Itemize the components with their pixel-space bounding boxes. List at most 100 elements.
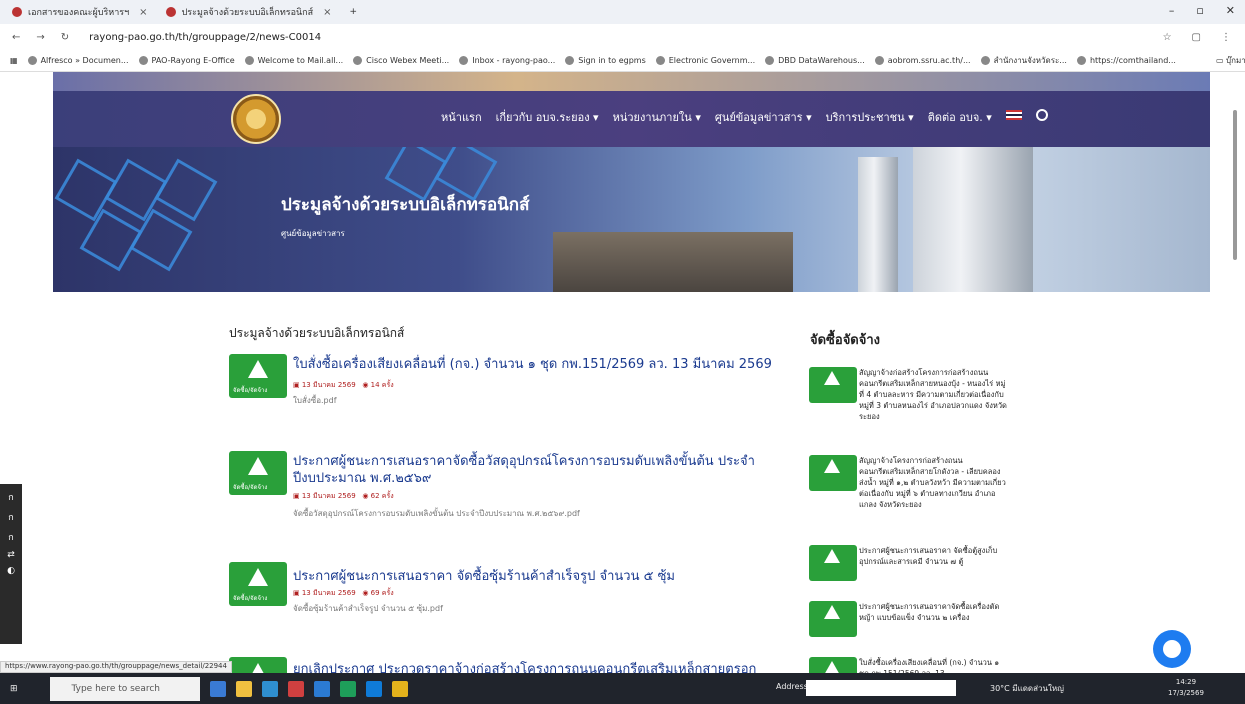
chrome-icon[interactable] xyxy=(391,680,408,697)
edge-icon[interactable] xyxy=(365,680,382,697)
bookmark-item[interactable]: Electronic Governm... xyxy=(655,56,755,65)
building-image xyxy=(858,157,898,292)
sidebar-item[interactable]: ใบสั่งซื้อเครื่องเสียงเคลื่อนที่ (กจ.) จ… xyxy=(809,657,1009,673)
translate-icon[interactable]: ⇄ xyxy=(0,550,22,560)
procurement-icon xyxy=(248,360,268,378)
bookmark-icon xyxy=(565,56,575,65)
excel-icon[interactable] xyxy=(339,680,356,697)
menu-info-center[interactable]: ศูนย์ข้อมูลข่าวสาร ▾ xyxy=(715,108,812,126)
item-thumbnail[interactable]: จัดซื้อ/จัดจ้าง xyxy=(229,451,287,495)
bookmark-item[interactable]: Inbox - rayong-pao... xyxy=(459,56,555,65)
item-thumbnail[interactable] xyxy=(809,601,857,637)
language-flag-icon[interactable] xyxy=(1005,110,1022,120)
list-item[interactable]: จัดซื้อ/จัดจ้าง ประกาศผู้ชนะการเสนอราคา … xyxy=(229,562,769,622)
close-window-icon[interactable]: ✕ xyxy=(1226,4,1235,17)
menu-about[interactable]: เกี่ยวกับ อบจ.ระยอง ▾ xyxy=(496,108,599,126)
bookmark-item[interactable]: Welcome to Mail.all... xyxy=(244,56,343,65)
bookmark-item[interactable]: aobrom.ssru.ac.th/... xyxy=(874,56,971,65)
hero-title: ประมูลจ้างด้วยระบบอิเล็กทรอนิกส์ xyxy=(281,195,530,215)
taskbar-search[interactable]: Type here to search xyxy=(49,676,200,701)
back-icon[interactable]: ← xyxy=(12,32,20,43)
sidebar-item-link[interactable]: ใบสั่งซื้อเครื่องเสียงเคลื่อนที่ (กจ.) จ… xyxy=(859,657,1007,673)
item-title-link[interactable]: ใบสั่งซื้อเครื่องเสียงเคลื่อนที่ (กจ.) จ… xyxy=(293,356,773,373)
maximize-icon[interactable]: ▫ xyxy=(1196,4,1203,17)
bookmarks-folder[interactable]: ▭ บุ๊กมาร์กอื่นๆ xyxy=(1216,54,1245,67)
sidebar-item-link[interactable]: สัญญาจ้างโครงการก่อสร้างถนนคอนกรีตเสริมเ… xyxy=(859,455,1007,510)
item-thumbnail[interactable] xyxy=(809,367,857,403)
list-item[interactable]: จัดซื้อ/จัดจ้าง ใบสั่งซื้อเครื่องเสียงเค… xyxy=(229,354,772,414)
contrast-icon[interactable]: ◐ xyxy=(0,566,22,576)
sidebar-item[interactable]: สัญญาจ้างโครงการก่อสร้างถนนคอนกรีตเสริมเ… xyxy=(809,455,1009,525)
item-thumbnail[interactable] xyxy=(809,657,857,673)
tab-1[interactable]: เอกสารของคณะผู้บริหารฯ × xyxy=(6,2,154,22)
bookmark-item[interactable]: DBD DataWarehous... xyxy=(765,56,865,65)
start-icon[interactable]: ⊞ xyxy=(10,684,18,694)
bookmark-item[interactable]: Alfresco » Documen... xyxy=(27,56,129,65)
sidebar-item[interactable]: สัญญาจ้างก่อสร้างโครงการก่อสร้างถนนคอนกร… xyxy=(809,367,1009,437)
item-thumbnail[interactable] xyxy=(229,657,287,673)
apps-icon[interactable]: ▦ xyxy=(10,56,18,65)
star-icon[interactable]: ☆ xyxy=(1163,32,1172,43)
bookmark-icon xyxy=(353,56,363,65)
item-title-link[interactable]: ประกาศผู้ชนะการเสนอราคา จัดซื้อซุ้มร้านค… xyxy=(293,568,773,585)
sidebar-item-link[interactable]: สัญญาจ้างก่อสร้างโครงการก่อสร้างถนนคอนกร… xyxy=(859,367,1007,422)
reload-icon[interactable]: ↻ xyxy=(61,32,69,43)
windows-taskbar: ⊞ Type here to search Address 30°C มีแดด… xyxy=(0,673,1245,704)
item-thumbnail[interactable] xyxy=(809,455,857,491)
close-icon[interactable]: × xyxy=(139,7,147,18)
tab-2[interactable]: ประมูลจ้างด้วยระบบอิเล็กทรอนิกส์ × xyxy=(160,2,338,22)
item-meta: ▣ 13 มีนาคม 2569 ◉ 69 ครั้ง xyxy=(293,589,394,597)
menu-contact[interactable]: ติดต่อ อบจ. ▾ xyxy=(928,108,992,126)
bookmark-icon xyxy=(874,56,884,65)
address-bar: ← → ↻ rayong-pao.go.th/th/grouppage/2/ne… xyxy=(0,24,1245,50)
url-field[interactable]: rayong-pao.go.th/th/grouppage/2/news-C00… xyxy=(89,32,321,43)
bookmark-item[interactable]: สำนักงานจังหวัดระ... xyxy=(980,54,1067,67)
menu-departments[interactable]: หน่วยงานภายใน ▾ xyxy=(613,108,701,126)
list-item[interactable]: ยกเลิกประกาศ ประกวดราคาจ้างก่อสร้างโครงก… xyxy=(229,657,769,673)
word-icon[interactable] xyxy=(313,680,330,697)
item-thumbnail[interactable]: จัดซื้อ/จัดจ้าง xyxy=(229,354,287,398)
menu-icon[interactable]: ⋮ xyxy=(1221,32,1231,43)
mail-icon[interactable] xyxy=(261,680,278,697)
bookmark-icon xyxy=(138,56,148,65)
address-toolbar-input[interactable] xyxy=(806,680,956,696)
sidebar-item[interactable]: ประกาศผู้ชนะการเสนอราคา จัดซื้อตู้สูงเก็… xyxy=(809,545,1009,585)
sidebar-item-link[interactable]: ประกาศผู้ชนะการเสนอราคาจัดซื้อเครื่องตัด… xyxy=(859,601,1007,623)
extensions-icon[interactable]: ▢ xyxy=(1192,32,1201,43)
procurement-icon xyxy=(824,549,840,563)
scrollbar-thumb[interactable] xyxy=(1233,110,1237,260)
favicon-icon xyxy=(12,7,22,17)
menu-services[interactable]: บริการประชาชน ▾ xyxy=(826,108,914,126)
font-size-icon[interactable]: ก xyxy=(0,530,22,544)
item-title-link[interactable]: ประกาศผู้ชนะการเสนอราคาจัดซื้อวัสดุอุปกร… xyxy=(293,453,773,487)
menu-home[interactable]: หน้าแรก xyxy=(441,108,482,126)
site-logo[interactable] xyxy=(231,94,281,144)
item-attachment-link[interactable]: จัดซื้อวัสดุอุปกรณ์โครงการอบรมดับเพลิงขั… xyxy=(293,507,580,520)
bookmark-item[interactable]: Cisco Webex Meeti... xyxy=(353,56,449,65)
item-thumbnail[interactable] xyxy=(809,545,857,581)
bookmark-item[interactable]: https://comthailand... xyxy=(1076,56,1176,65)
bookmark-item[interactable]: Sign in to egpms xyxy=(565,56,646,65)
file-explorer-icon[interactable] xyxy=(235,680,252,697)
user-icon[interactable] xyxy=(1035,109,1048,121)
forward-icon[interactable]: → xyxy=(36,32,44,43)
task-view-icon[interactable] xyxy=(209,680,226,697)
clock[interactable]: 14:29 17/3/2569 xyxy=(1168,677,1204,699)
new-tab-button[interactable]: + xyxy=(343,2,363,22)
item-title-link[interactable]: ยกเลิกประกาศ ประกวดราคาจ้างก่อสร้างโครงก… xyxy=(293,661,769,673)
sidebar-item-link[interactable]: ประกาศผู้ชนะการเสนอราคา จัดซื้อตู้สูงเก็… xyxy=(859,545,1007,567)
bookmark-item[interactable]: PAO-Rayong E-Office xyxy=(138,56,235,65)
item-attachment-link[interactable]: ใบสั่งซื้อ.pdf xyxy=(293,394,337,407)
font-size-icon[interactable]: ก xyxy=(0,510,22,524)
hero-breadcrumb[interactable]: ศูนย์ข้อมูลข่าวสาร xyxy=(281,227,345,240)
minimize-icon[interactable]: – xyxy=(1169,4,1175,17)
item-thumbnail[interactable]: จัดซื้อ/จัดจ้าง xyxy=(229,562,287,606)
messenger-chat-icon[interactable] xyxy=(1153,630,1191,668)
item-attachment-link[interactable]: จัดซื้อซุ้มร้านค้าสำเร็จรูป จำนวน ๕ ซุ้ม… xyxy=(293,602,443,615)
list-item[interactable]: จัดซื้อ/จัดจ้าง ประกาศผู้ชนะการเสนอราคาจ… xyxy=(229,451,769,521)
close-icon[interactable]: × xyxy=(323,7,331,18)
weather-widget[interactable]: 30°C มีแดดส่วนใหญ่ xyxy=(990,682,1064,695)
sidebar-item[interactable]: ประกาศผู้ชนะการเสนอราคาจัดซื้อเครื่องตัด… xyxy=(809,601,1009,641)
font-size-icon[interactable]: ก xyxy=(0,490,22,504)
app-icon[interactable] xyxy=(287,680,304,697)
